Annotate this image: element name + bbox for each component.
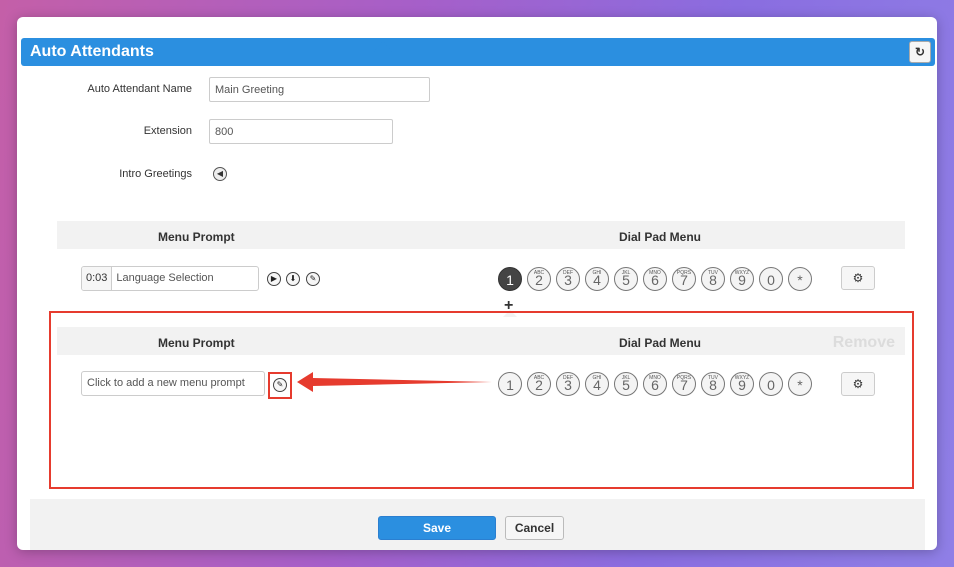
- cancel-button[interactable]: Cancel: [505, 516, 564, 540]
- title-bar: Auto Attendants ↻: [21, 38, 935, 66]
- dialpad-key-9[interactable]: WXYZ 9: [730, 267, 754, 291]
- dialpad-key-2[interactable]: ABC 2: [527, 267, 551, 291]
- dialpad-key-number: 7: [680, 272, 688, 288]
- intro-greetings-label: Intro Greetings: [119, 168, 192, 180]
- refresh-icon[interactable]: ↻: [909, 41, 931, 63]
- dialog-footer: Save Cancel: [30, 499, 925, 550]
- dialpad-key-number: 9: [738, 272, 746, 288]
- dialog-pointer: [373, 41, 393, 53]
- extension-input[interactable]: [209, 119, 393, 144]
- menu-prompt-header: Menu Prompt: [158, 230, 235, 244]
- dialpad-key-number: 4: [593, 272, 601, 288]
- dialpad-key-number: 6: [651, 272, 659, 288]
- speaker-icon[interactable]: ◀: [213, 167, 227, 181]
- dialpad-key-0[interactable]: 0: [759, 267, 783, 291]
- edit-icon[interactable]: ✎: [306, 272, 320, 286]
- dialpad-key-1[interactable]: 1: [498, 267, 522, 291]
- auto-attendant-name-label: Auto Attendant Name: [87, 83, 192, 95]
- dialpad-key-number: 1: [506, 272, 514, 288]
- dialog-title: Auto Attendants: [30, 43, 154, 60]
- annotation-edit-highlight: [268, 372, 292, 399]
- dialpad-key-6[interactable]: MNO 6: [643, 267, 667, 291]
- menu-header-row: Menu Prompt Dial Pad Menu: [57, 221, 905, 249]
- auto-attendant-name-input[interactable]: [209, 77, 430, 102]
- prompt-name: Language Selection: [116, 272, 214, 284]
- save-button[interactable]: Save: [378, 516, 496, 540]
- annotation-highlight-box: [49, 311, 914, 489]
- download-icon[interactable]: ⬇: [286, 272, 300, 286]
- dialpad-key-3[interactable]: DEF 3: [556, 267, 580, 291]
- play-icon[interactable]: ▶: [267, 272, 281, 286]
- dialpad-key-5[interactable]: JKL 5: [614, 267, 638, 291]
- dialpad-key-number: *: [797, 272, 803, 288]
- dialpad-key-number: 0: [767, 272, 775, 288]
- dialpad-key-star[interactable]: *: [788, 267, 812, 291]
- dialpad-key-number: 2: [535, 272, 543, 288]
- dialpad-key-4[interactable]: GHI 4: [585, 267, 609, 291]
- dialpad-key-number: 3: [564, 272, 572, 288]
- dialpad-key-number: 8: [709, 272, 717, 288]
- prompt-duration: 0:03: [82, 267, 113, 290]
- annotation-arrow-icon: [297, 372, 492, 392]
- extension-label: Extension: [143, 125, 192, 137]
- dialpad-key-number: 5: [622, 272, 630, 288]
- auto-attendants-dialog: Auto Attendants ↻ Auto Attendant Name Ex…: [17, 17, 937, 550]
- dialpad-key-7[interactable]: PQRS 7: [672, 267, 696, 291]
- gear-icon[interactable]: ⚙: [841, 266, 875, 290]
- dialpad-key-8[interactable]: TUV 8: [701, 267, 725, 291]
- menu-prompt-field[interactable]: 0:03 Language Selection: [81, 266, 259, 291]
- dial-pad-menu-header: Dial Pad Menu: [619, 230, 702, 244]
- dial-pad: 1 ABC 2 DEF 3 GHI 4 JKL 5 MNO 6 PQRS 7 TUV 8 WXYZ 9 0 *: [498, 267, 818, 293]
